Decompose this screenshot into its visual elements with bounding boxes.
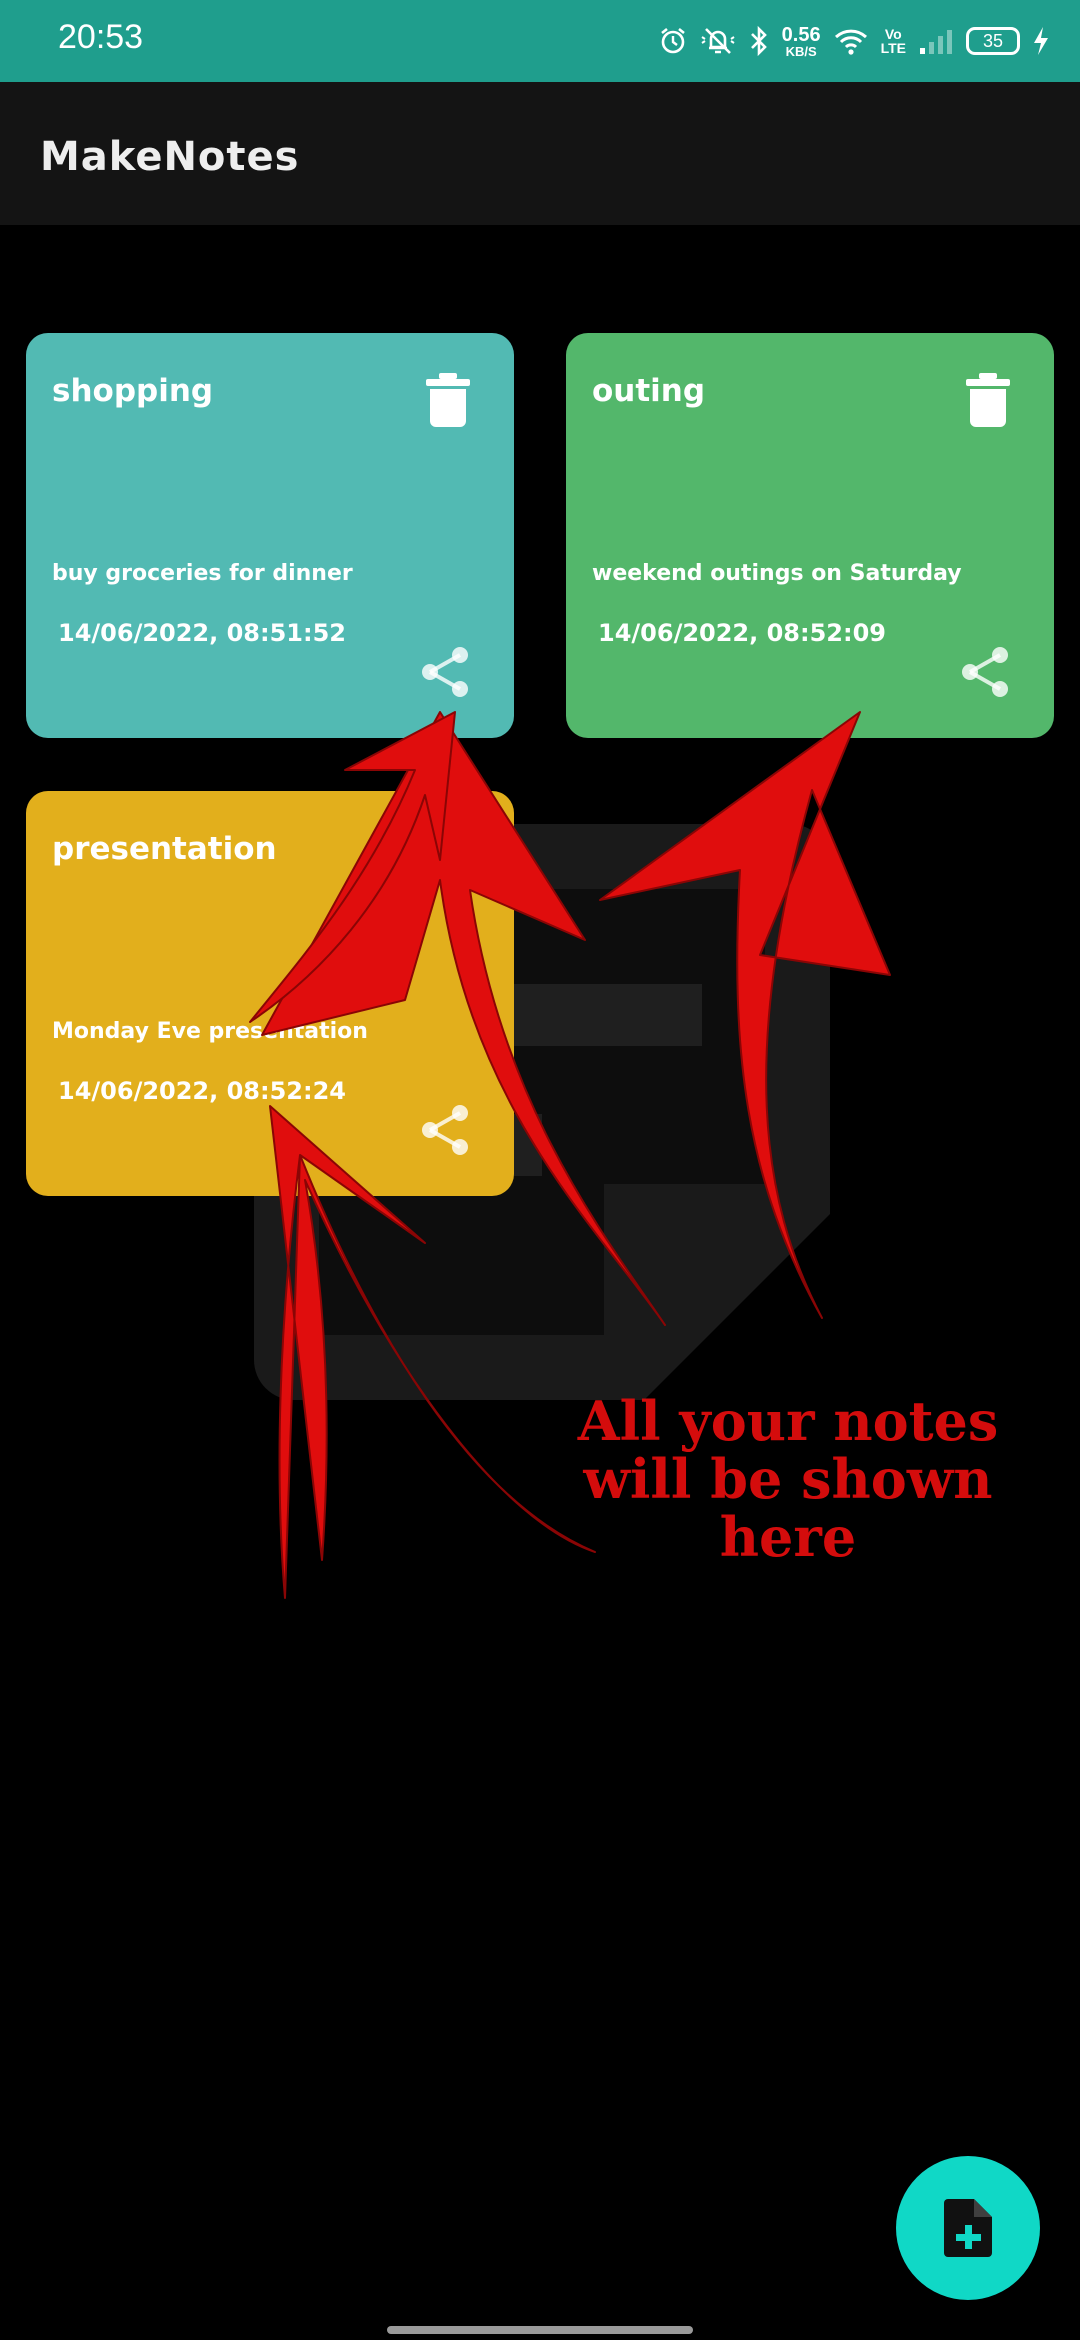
volte-bottom: LTE [880, 40, 906, 56]
note-title: outing [592, 373, 706, 409]
wifi-icon [834, 29, 867, 55]
network-speed-value: 0.56 [781, 23, 821, 46]
battery-indicator: 35 [966, 27, 1020, 55]
network-speed: 0.56 KB/S [782, 25, 821, 58]
annotation-line-2: will be shown [583, 1447, 993, 1511]
network-speed-unit: KB/S [785, 43, 817, 59]
add-note-icon [944, 2199, 992, 2257]
share-icon[interactable] [418, 645, 472, 699]
status-icons: 0.56 KB/S Vo LTE 35 [658, 18, 1050, 64]
note-description: Monday Eve presentation [52, 1019, 368, 1044]
trash-icon[interactable] [966, 373, 1010, 427]
note-title: presentation [52, 831, 277, 867]
volte-top: Vo [884, 26, 902, 42]
gesture-navigation-bar[interactable] [387, 2326, 693, 2334]
signal-icon [920, 30, 952, 54]
note-description: weekend outings on Saturday [592, 561, 962, 586]
annotation-line-1: All your notes [577, 1389, 999, 1453]
note-timestamp: 14/06/2022, 08:51:52 [58, 619, 346, 647]
note-timestamp: 14/06/2022, 08:52:09 [598, 619, 886, 647]
note-title: shopping [52, 373, 214, 409]
silent-bell-icon [701, 28, 735, 54]
annotation-line-3: here [719, 1505, 857, 1569]
trash-icon[interactable] [426, 373, 470, 427]
note-card-presentation[interactable]: presentation Monday Eve presentation 14/… [26, 791, 514, 1196]
status-bar: 20:53 0.56 KB/S Vo LTE 35 [0, 0, 1080, 82]
app-title: MakeNotes [40, 134, 300, 180]
annotation-text: All your notes will be shown here [548, 1392, 1028, 1566]
add-note-button[interactable] [896, 2156, 1040, 2300]
app-bar: MakeNotes [0, 82, 1080, 225]
battery-level: 35 [982, 30, 1004, 51]
volte-indicator: Vo LTE [881, 27, 906, 55]
charging-icon [1034, 27, 1048, 55]
share-icon[interactable] [958, 645, 1012, 699]
note-timestamp: 14/06/2022, 08:52:24 [58, 1077, 346, 1105]
app-screen: 20:53 0.56 KB/S Vo LTE 35 MakeNotes shop… [0, 0, 1080, 2340]
note-card-outing[interactable]: outing weekend outings on Saturday 14/06… [566, 333, 1054, 738]
note-description: buy groceries for dinner [52, 561, 353, 586]
share-icon[interactable] [418, 1103, 472, 1157]
bluetooth-icon [750, 25, 767, 57]
note-card-shopping[interactable]: shopping buy groceries for dinner 14/06/… [26, 333, 514, 738]
status-time: 20:53 [58, 18, 144, 56]
alarm-icon [660, 27, 685, 54]
